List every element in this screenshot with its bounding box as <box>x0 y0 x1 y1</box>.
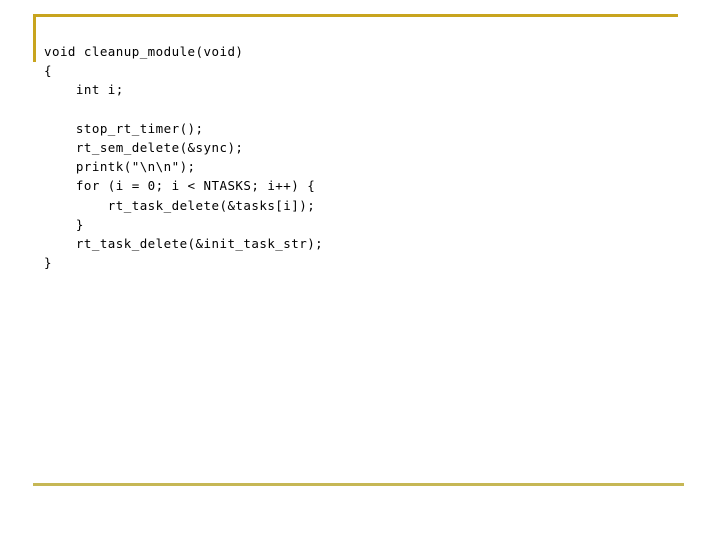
code-line: rt_task_delete(&tasks[i]); <box>44 197 316 213</box>
code-line: stop_rt_timer(); <box>44 120 204 136</box>
code-line: { <box>44 63 52 79</box>
code-line: } <box>44 255 52 271</box>
code-line: rt_sem_delete(&sync); <box>44 140 244 156</box>
code-line: } <box>44 216 84 232</box>
code-line: for (i = 0; i < NTASKS; i++) { <box>44 178 316 194</box>
top-left-gold-bracket <box>33 14 36 62</box>
code-line: printk("\n\n"); <box>44 159 196 175</box>
slide-canvas: void cleanup_module(void) { int i; stop_r… <box>0 0 720 540</box>
bottom-gold-rule <box>33 483 684 486</box>
top-gold-rule <box>33 14 678 17</box>
code-line: int i; <box>44 82 124 98</box>
code-line: void cleanup_module(void) <box>44 44 244 59</box>
code-listing: void cleanup_module(void) { int i; stop_r… <box>44 42 684 272</box>
code-line: rt_task_delete(&init_task_str); <box>44 236 324 252</box>
